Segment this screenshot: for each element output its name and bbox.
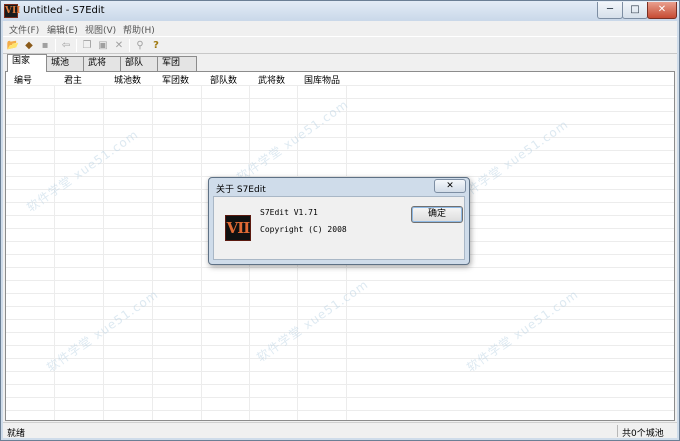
about-dialog-title: 关于 S7Edit: [216, 185, 266, 195]
app-icon[interactable]: VII: [4, 4, 20, 18]
tag-icon[interactable]: ◆: [22, 39, 36, 52]
menu-file[interactable]: 文件(F): [9, 23, 39, 36]
column-header-id[interactable]: 编号: [14, 73, 32, 86]
open-icon[interactable]: 📂: [6, 39, 20, 52]
column-header-cities[interactable]: 城池数: [114, 73, 141, 86]
about-dialog-body: VII S7Edit V1.71 Copyright (C) 2008 确定: [213, 196, 465, 260]
tab-city[interactable]: 城池: [46, 56, 84, 71]
column-header-units[interactable]: 部队数: [210, 73, 237, 86]
watermark: 软件学堂 xue51.com: [234, 97, 351, 185]
tab-country[interactable]: 国家: [7, 54, 47, 72]
tab-corps[interactable]: 军团: [157, 56, 197, 71]
status-text: 就绪: [7, 429, 26, 439]
toolbar-separator: [55, 39, 56, 52]
column-header-treasury[interactable]: 国库物品: [304, 73, 340, 86]
menu-view[interactable]: 视图(V): [85, 23, 116, 36]
menu-bar: 文件(F) 编辑(E) 视图(V) 帮助(H): [3, 21, 677, 36]
window-title: Untitled - S7Edit: [23, 5, 105, 16]
close-button[interactable]: ✕: [647, 2, 677, 19]
tab-general[interactable]: 武将: [83, 56, 121, 71]
column-header-corps[interactable]: 军团数: [162, 73, 189, 86]
menu-edit[interactable]: 编辑(E): [47, 23, 78, 36]
paste-icon[interactable]: ▣: [96, 39, 110, 52]
version-text: S7Edit V1.71: [260, 208, 318, 217]
status-bar: 就绪 共0个城池: [3, 422, 677, 439]
status-separator: [617, 425, 618, 437]
minimize-button[interactable]: ─: [597, 2, 623, 19]
list-header: 编号 君主 城池数 军团数 部队数 武将数 国库物品: [6, 72, 674, 86]
back-icon[interactable]: ⇦: [59, 39, 73, 52]
column-header-generals[interactable]: 武将数: [258, 73, 285, 86]
app-logo: VII: [225, 215, 251, 241]
menu-help[interactable]: 帮助(H): [123, 23, 155, 36]
tab-unit[interactable]: 部队: [120, 56, 158, 71]
title-bar[interactable]: VII Untitled - S7Edit: [1, 1, 679, 21]
maximize-button[interactable]: □: [622, 2, 648, 19]
about-dialog: 关于 S7Edit ✕ VII S7Edit V1.71 Copyright (…: [208, 177, 470, 265]
copy-icon[interactable]: ❐: [80, 39, 94, 52]
toolbar-separator: [76, 39, 77, 52]
watermark: 软件学堂 xue51.com: [464, 287, 581, 375]
find-icon[interactable]: ⚲: [133, 39, 147, 52]
column-header-ruler[interactable]: 君主: [64, 73, 82, 86]
watermark: 软件学堂 xue51.com: [254, 277, 371, 365]
watermark: 软件学堂 xue51.com: [454, 117, 571, 205]
copyright-text: Copyright (C) 2008: [260, 225, 347, 234]
save-icon[interactable]: ▪: [38, 39, 52, 52]
delete-icon[interactable]: ✕: [112, 39, 126, 52]
toolbar: 📂 ◆ ▪ ⇦ ❐ ▣ ✕ ⚲ ?: [3, 36, 677, 54]
toolbar-separator: [129, 39, 130, 52]
ok-button[interactable]: 确定: [411, 206, 463, 223]
city-count: 共0个城池: [622, 429, 664, 439]
help-icon[interactable]: ?: [149, 39, 163, 52]
about-close-button[interactable]: ✕: [434, 179, 466, 193]
